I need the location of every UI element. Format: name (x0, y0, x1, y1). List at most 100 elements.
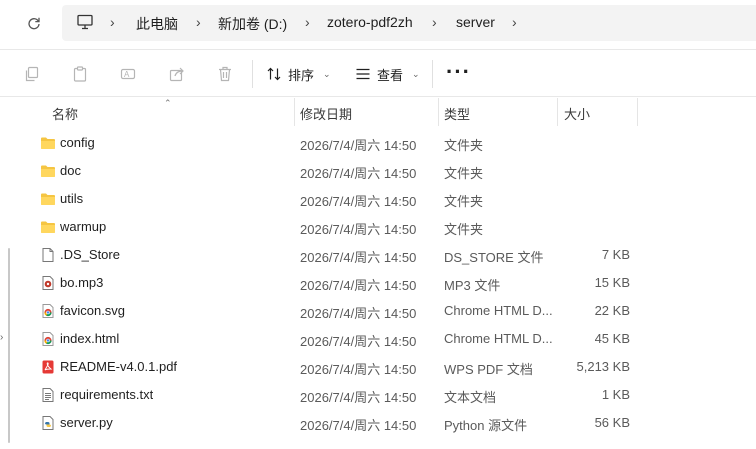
svg-text:A: A (124, 70, 130, 79)
column-type[interactable]: 类型 (444, 104, 470, 123)
refresh-icon (28, 17, 40, 30)
file-row[interactable]: README-v4.0.1.pdf 2026/7/4/周六 14:50 WPS … (34, 353, 634, 381)
file-name: utils (60, 191, 84, 206)
scroll-marker-icon: › (0, 332, 4, 343)
more-options-button[interactable]: ··· (446, 61, 471, 83)
chevron-right-icon[interactable]: › (196, 14, 201, 30)
column-size[interactable]: 大小 (564, 104, 590, 123)
file-date: 2026/7/4/周六 14:50 (300, 362, 417, 377)
file-date: 2026/7/4/周六 14:50 (300, 194, 417, 209)
sort-button[interactable]: 排序 ⌄ (266, 62, 331, 86)
file-type: Python 源文件 (444, 418, 528, 433)
file-type: 文件夹 (444, 138, 484, 153)
file-type: DS_STORE 文件 (444, 250, 544, 265)
file-row[interactable]: server.py 2026/7/4/周六 14:50 Python 源文件 5… (34, 409, 634, 437)
file-date: 2026/7/4/周六 14:50 (300, 222, 417, 237)
file-row[interactable]: warmup 2026/7/4/周六 14:50 文件夹 (34, 213, 634, 241)
file-row[interactable]: requirements.txt 2026/7/4/周六 14:50 文本文档 … (34, 381, 634, 409)
file-size: 56 KB (594, 415, 630, 430)
pdf-file-icon (42, 360, 54, 374)
column-divider[interactable] (557, 98, 558, 126)
folder-icon (41, 193, 55, 205)
file-row[interactable]: index.html 2026/7/4/周六 14:50 Chrome HTML… (34, 325, 634, 353)
audio-file-icon (42, 276, 54, 290)
paste-button[interactable] (69, 63, 91, 85)
breadcrumb-this-pc[interactable]: 此电脑 (136, 14, 178, 34)
breadcrumb-drive-d[interactable]: 新加卷 (D:) (218, 14, 287, 34)
sort-label: 排序 (288, 67, 315, 83)
column-divider[interactable] (637, 98, 638, 126)
rename-button[interactable]: A (117, 63, 139, 85)
file-row[interactable]: .DS_Store 2026/7/4/周六 14:50 DS_STORE 文件 … (34, 241, 634, 269)
trash-icon (219, 66, 231, 82)
command-toolbar: A 排序 ⌄ 查看 ⌄ ··· (0, 49, 756, 97)
file-name: server.py (60, 415, 113, 430)
column-divider[interactable] (294, 98, 295, 126)
view-button[interactable]: 查看 ⌄ (355, 62, 420, 86)
file-date: 2026/7/4/周六 14:50 (300, 418, 417, 433)
chevron-right-icon[interactable]: › (110, 14, 115, 30)
file-date: 2026/7/4/周六 14:50 (300, 334, 417, 349)
paste-icon (73, 66, 87, 82)
chevron-down-icon: ⌄ (412, 68, 420, 79)
sort-ascending-icon: ⌃ (164, 98, 172, 108)
file-name: config (60, 135, 95, 150)
computer-icon[interactable] (76, 13, 94, 31)
file-size: 15 KB (594, 275, 630, 290)
chrome-file-icon (42, 332, 54, 346)
file-name: index.html (60, 331, 120, 346)
file-type: 文件夹 (444, 194, 484, 209)
file-type: 文件夹 (444, 222, 484, 237)
column-header: ⌃ 名称 修改日期 类型 大小 (0, 98, 756, 126)
address-row: › 此电脑 › 新加卷 (D:) › zotero-pdf2zh › serve… (0, 0, 756, 48)
toolbar-divider (252, 60, 253, 88)
file-name: .DS_Store (60, 247, 120, 262)
file-row[interactable]: utils 2026/7/4/周六 14:50 文件夹 (34, 185, 634, 213)
copy-icon (25, 66, 39, 82)
file-row[interactable]: doc 2026/7/4/周六 14:50 文件夹 (34, 157, 634, 185)
refresh-button[interactable] (20, 9, 48, 37)
file-size: 45 KB (594, 331, 630, 346)
text-file-icon (42, 388, 54, 402)
chevron-right-icon[interactable]: › (305, 14, 310, 30)
file-date: 2026/7/4/周六 14:50 (300, 138, 417, 153)
file-row[interactable]: favicon.svg 2026/7/4/周六 14:50 Chrome HTM… (34, 297, 634, 325)
column-name[interactable]: 名称 (52, 104, 78, 123)
file-size: 1 KB (601, 387, 630, 402)
file-size: 22 KB (594, 303, 630, 318)
sort-icon (267, 67, 281, 81)
chrome-file-icon (42, 304, 54, 318)
file-name: requirements.txt (60, 387, 154, 402)
column-date-modified[interactable]: 修改日期 (300, 104, 352, 123)
delete-button[interactable] (214, 63, 236, 85)
chevron-right-icon[interactable]: › (432, 14, 437, 30)
file-row[interactable]: config 2026/7/4/周六 14:50 文件夹 (34, 129, 634, 157)
address-bar[interactable]: › 此电脑 › 新加卷 (D:) › zotero-pdf2zh › serve… (62, 5, 756, 41)
share-button[interactable] (166, 63, 188, 85)
file-date: 2026/7/4/周六 14:50 (300, 306, 417, 321)
file-name: favicon.svg (60, 303, 126, 318)
file-name: README-v4.0.1.pdf (60, 359, 178, 374)
toolbar-divider (432, 60, 433, 88)
view-label: 查看 (377, 67, 404, 83)
breadcrumb-zotero-pdf2zh[interactable]: zotero-pdf2zh (327, 14, 413, 30)
file-date: 2026/7/4/周六 14:50 (300, 278, 417, 293)
file-row[interactable]: bo.mp3 2026/7/4/周六 14:50 MP3 文件 15 KB (34, 269, 634, 297)
file-date: 2026/7/4/周六 14:50 (300, 390, 417, 405)
file-type: Chrome HTML D... (444, 303, 553, 318)
file-size: 5,213 KB (576, 359, 631, 374)
breadcrumb-server[interactable]: server (456, 14, 495, 30)
chevron-right-icon[interactable]: › (512, 14, 517, 30)
python-file-icon (42, 416, 54, 430)
file-icon (42, 248, 54, 262)
file-type: MP3 文件 (444, 278, 501, 293)
column-divider[interactable] (438, 98, 439, 126)
view-icon (356, 68, 370, 80)
copy-button[interactable] (21, 63, 43, 85)
file-date: 2026/7/4/周六 14:50 (300, 166, 417, 181)
file-type: 文件夹 (444, 166, 484, 181)
file-type: WPS PDF 文档 (444, 362, 533, 377)
folder-icon (41, 221, 55, 233)
file-date: 2026/7/4/周六 14:50 (300, 250, 417, 265)
navigation-pane-scrollbar[interactable] (8, 248, 10, 443)
